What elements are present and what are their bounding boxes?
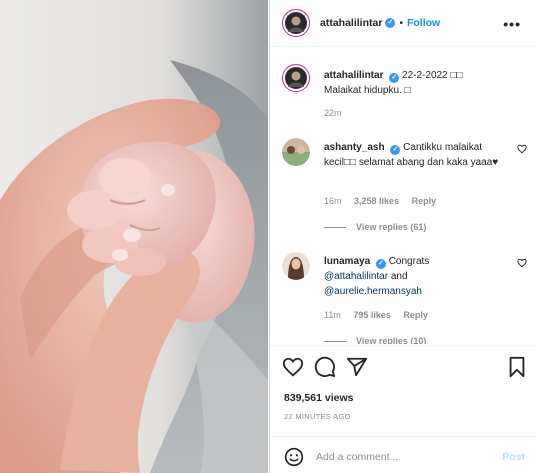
avatar-image: [282, 252, 310, 280]
action-icons-row: [282, 356, 527, 382]
post-comment-button[interactable]: Post: [502, 451, 525, 463]
post-side-panel: attahalilintar ✓ • Follow ••• attahalili…: [269, 0, 536, 473]
avatar-image: [284, 66, 307, 89]
separator-dot: •: [399, 17, 403, 29]
commenter-avatar[interactable]: [282, 138, 310, 166]
follow-button[interactable]: Follow: [407, 17, 440, 29]
comment-body: Congrats: [388, 256, 430, 267]
view-replies-button[interactable]: View replies (61): [324, 222, 426, 232]
replies-divider-line: [324, 227, 346, 229]
caption-text: attahalilintar ✓ 22-2-2022 □□ Malaikat h…: [324, 68, 514, 98]
author-avatar[interactable]: [282, 9, 310, 37]
comment-text: lunamaya ✓ Congrats @attahalilintar and …: [324, 254, 514, 299]
emoji-icon[interactable]: [284, 447, 304, 467]
caption-username[interactable]: attahalilintar: [324, 70, 383, 81]
mention-link[interactable]: @aurelie.hermansyah: [324, 286, 422, 297]
baby-hand-photo: [0, 0, 268, 473]
views-count[interactable]: 839,561 views: [284, 392, 353, 404]
comment-icon[interactable]: [314, 356, 336, 378]
author-username[interactable]: attahalilintar: [320, 17, 382, 29]
post-header: attahalilintar ✓ • Follow •••: [270, 0, 536, 47]
verified-badge-icon: ✓: [389, 73, 400, 83]
bookmark-icon[interactable]: [507, 356, 527, 378]
replies-divider-line: [324, 341, 346, 343]
add-comment-bar: Add a comment... Post: [270, 436, 536, 473]
avatar-image: [282, 138, 310, 166]
view-replies-button[interactable]: View replies (10): [324, 336, 426, 344]
caption-line1: 22-2-2022 □□: [402, 70, 463, 81]
comment-username[interactable]: ashanty_ash: [324, 142, 385, 153]
view-replies-label: View replies (61): [356, 222, 427, 232]
comments-list[interactable]: attahalilintar ✓ 22-2-2022 □□ Malaikat h…: [270, 48, 536, 344]
comment-likes[interactable]: 3,258 likes: [354, 196, 399, 206]
add-comment-input[interactable]: Add a comment...: [316, 451, 398, 463]
caption-avatar[interactable]: [282, 64, 310, 92]
comment-text: ashanty_ash ✓ Cantikku malaikat kecil□□ …: [324, 140, 514, 170]
caption-meta: 22m: [324, 108, 352, 118]
comment-username[interactable]: lunamaya: [324, 256, 370, 267]
more-icon[interactable]: •••: [503, 16, 521, 32]
caption-item: attahalilintar ✓ 22-2-2022 □□ Malaikat h…: [282, 64, 527, 124]
share-icon[interactable]: [346, 356, 368, 378]
view-replies-label: View replies (10): [356, 336, 427, 344]
comment-reply-button[interactable]: Reply: [403, 310, 428, 320]
comment-reply-button[interactable]: Reply: [412, 196, 437, 206]
verified-badge-icon: ✓: [385, 18, 396, 28]
comment-item: ashanty_ash ✓ Cantikku malaikat kecil□□ …: [282, 138, 527, 238]
comment-time[interactable]: 16m: [324, 196, 342, 206]
comment-item: lunamaya ✓ Congrats @attahalilintar and …: [282, 252, 527, 344]
comment-and: and: [390, 271, 408, 282]
post-time-ago[interactable]: 22 MINUTES AGO: [284, 412, 351, 421]
comment-meta: 16m 3,258 likes Reply: [324, 196, 446, 206]
caption-time[interactable]: 22m: [324, 108, 342, 118]
mention-link[interactable]: @attahalilintar: [324, 271, 388, 282]
comment-meta: 11m 795 likes Reply: [324, 310, 438, 320]
avatar-image: [284, 11, 307, 34]
post-photo[interactable]: [0, 0, 268, 473]
comment-time[interactable]: 11m: [324, 310, 341, 320]
post-actions-section: 839,561 views 22 MINUTES AGO Add a comme…: [270, 345, 536, 473]
like-comment-heart-icon[interactable]: [517, 144, 527, 154]
heart-icon[interactable]: [282, 356, 304, 378]
verified-badge-icon: ✓: [390, 145, 401, 155]
verified-badge-icon: ✓: [375, 259, 386, 269]
commenter-avatar[interactable]: [282, 252, 310, 280]
like-comment-heart-icon[interactable]: [517, 258, 527, 268]
caption-line2: Malaikat hidupku. □: [324, 85, 411, 96]
comment-likes[interactable]: 795 likes: [353, 310, 391, 320]
